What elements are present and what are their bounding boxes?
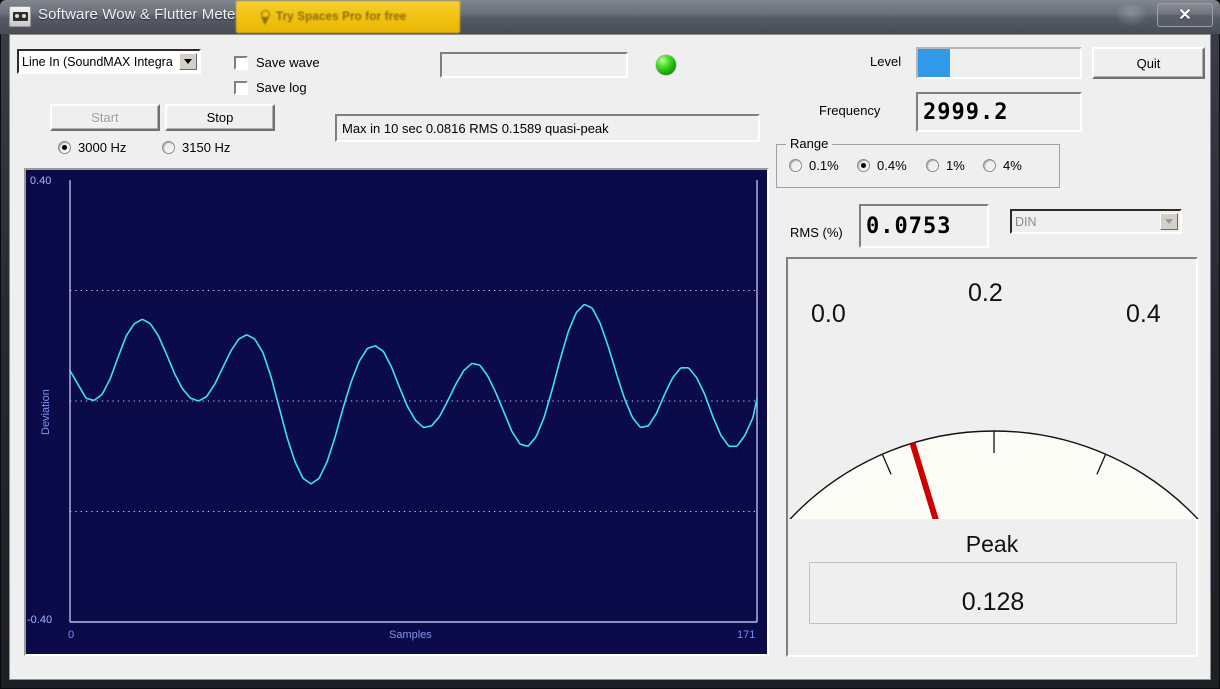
save-log-label: Save log: [256, 80, 307, 95]
frequency-display: 2999.2: [916, 92, 1082, 132]
weighting-combo[interactable]: DIN: [1010, 209, 1182, 234]
client-area: Line In (SoundMAX Integra Save wave Save…: [9, 34, 1211, 680]
chart-xaxis-label: Samples: [389, 629, 432, 641]
cassette-icon: [9, 6, 31, 27]
chart-svg: [26, 170, 767, 654]
peak-readout: 0.128: [809, 562, 1177, 624]
range-group-label: Range: [786, 136, 832, 151]
rms-value: 0.0753: [866, 214, 951, 239]
range-option-3[interactable]: 4%: [983, 158, 1022, 173]
window-title: Software Wow & Flutter Meter: [38, 6, 241, 23]
audio-device-combo[interactable]: Line In (SoundMAX Integra: [17, 49, 201, 74]
freq-3150-radio-row[interactable]: 3150 Hz: [162, 140, 230, 155]
chart-yaxis-label: Deviation: [40, 389, 52, 435]
save-wave-checkbox[interactable]: [234, 56, 248, 70]
level-meter-fill: [918, 49, 950, 77]
freq-3150-label: 3150 Hz: [182, 140, 230, 155]
chevron-down-icon[interactable]: [1160, 213, 1178, 230]
range-label-3: 4%: [1003, 158, 1022, 173]
chart-xtick-min: 0: [68, 629, 74, 641]
save-log-checkbox-row[interactable]: Save log: [234, 80, 307, 95]
range-radio-3[interactable]: [983, 159, 996, 172]
save-wave-checkbox-row[interactable]: Save wave: [234, 55, 320, 70]
range-option-1[interactable]: 0.4%: [857, 158, 907, 173]
chart-xtick-max: 171: [737, 629, 755, 641]
frequency-label: Frequency: [819, 103, 880, 118]
audio-device-value: Line In (SoundMAX Integra: [22, 55, 179, 69]
range-radio-1[interactable]: [857, 159, 870, 172]
range-label-2: 1%: [946, 158, 965, 173]
range-groupbox: Range 0.1% 0.4% 1% 4%: [776, 144, 1060, 188]
range-radio-0[interactable]: [789, 159, 802, 172]
range-option-2[interactable]: 1%: [926, 158, 965, 173]
freq-3000-radio[interactable]: [58, 141, 71, 154]
gauge-dial: [788, 259, 1200, 519]
level-meter: [916, 47, 1082, 79]
frequency-value: 2999.2: [923, 100, 1008, 125]
range-label-1: 0.4%: [877, 158, 907, 173]
status-text-box: Max in 10 sec 0.0816 RMS 0.1589 quasi-pe…: [335, 114, 760, 142]
range-label-0: 0.1%: [809, 158, 839, 173]
status-led-icon: [656, 55, 676, 75]
chevron-down-icon[interactable]: [179, 53, 197, 70]
chart-ytick-max: 0.40: [30, 175, 51, 187]
freq-3150-radio[interactable]: [162, 141, 175, 154]
weighting-value: DIN: [1015, 215, 1160, 229]
freq-3000-label: 3000 Hz: [78, 140, 126, 155]
app-root: Software Wow & Flutter Meter Try Spaces …: [0, 0, 1220, 689]
status-text: Max in 10 sec 0.0816 RMS 0.1589 quasi-pe…: [342, 121, 609, 136]
stop-button[interactable]: Stop: [165, 104, 275, 131]
range-option-0[interactable]: 0.1%: [789, 158, 839, 173]
rms-label: RMS (%): [790, 225, 843, 240]
rms-display: 0.0753: [859, 204, 989, 248]
peak-gauge-panel: 0.0 0.2 0.4 Peak 0.128: [786, 257, 1198, 657]
titlebar-glow: [1114, 5, 1148, 27]
level-label: Level: [870, 54, 901, 69]
peak-value: 0.128: [962, 588, 1025, 617]
peak-label: Peak: [788, 531, 1196, 558]
save-wave-label: Save wave: [256, 55, 320, 70]
promo-banner[interactable]: Try Spaces Pro for free: [236, 1, 460, 33]
save-log-checkbox[interactable]: [234, 81, 248, 95]
promo-banner-label: Try Spaces Pro for free: [276, 11, 407, 23]
deviation-chart: 0.40 -0.40 0 171 Samples Deviation: [24, 168, 769, 656]
chart-ytick-min: -0.40: [27, 614, 52, 626]
close-button[interactable]: ✕: [1157, 3, 1213, 27]
filename-input[interactable]: [440, 52, 628, 78]
title-bar: Software Wow & Flutter Meter Try Spaces …: [0, 0, 1220, 34]
freq-3000-radio-row[interactable]: 3000 Hz: [58, 140, 126, 155]
person-badge-icon: [258, 10, 271, 25]
quit-button[interactable]: Quit: [1092, 47, 1205, 79]
range-radio-2[interactable]: [926, 159, 939, 172]
start-button[interactable]: Start: [50, 104, 160, 131]
